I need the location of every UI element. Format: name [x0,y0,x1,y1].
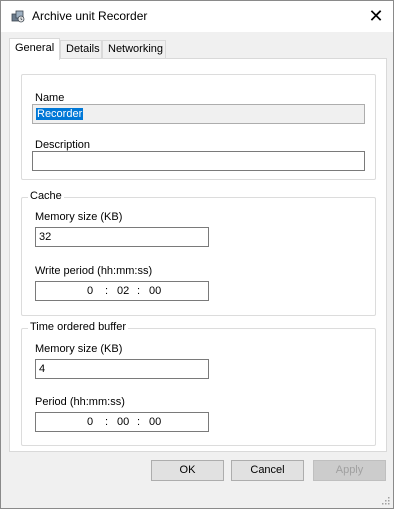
cache-memory-label: Memory size (KB) [35,211,123,223]
cache-group: Cache Memory size (KB) 32 Write period (… [21,190,376,316]
description-label: Description [35,139,91,151]
title-bar[interactable]: Archive unit Recorder ✕ [1,1,393,32]
buffer-period-label: Period (hh:mm:ss) [35,396,125,408]
dialog-window: Archive unit Recorder ✕ General Details … [0,0,394,509]
name-field-value: Recorder [36,108,84,120]
tab-networking[interactable]: Networking [102,40,166,59]
buffer-period-seconds[interactable]: 00 [149,416,161,428]
apply-button[interactable]: Apply [313,460,386,481]
cache-period-hours[interactable]: 0 [87,285,93,297]
name-field[interactable]: Recorder [32,104,365,124]
buffer-memory-field[interactable]: 4 [35,359,209,379]
buffer-memory-label: Memory size (KB) [35,343,123,355]
buffer-group-label: Time ordered buffer [28,321,128,333]
cache-memory-field[interactable]: 32 [35,227,209,247]
cache-period-sep-2: : [137,285,141,297]
window-title: Archive unit Recorder [32,9,148,23]
name-label: Name [35,92,65,104]
description-field[interactable] [32,151,365,171]
buffer-period-field[interactable]: 0 : 00 : 00 [35,412,209,432]
tab-details[interactable]: Details [60,40,102,59]
ok-button[interactable]: OK [151,460,224,481]
cache-period-minutes[interactable]: 02 [117,285,129,297]
cancel-button[interactable]: Cancel [231,460,304,481]
cache-period-sep-1: : [105,285,109,297]
archive-unit-icon [11,10,25,23]
buffer-period-sep-1: : [105,416,109,428]
resize-grip-icon[interactable] [380,495,390,505]
general-tab-panel: Name Recorder Description Cache Memory s… [9,58,387,452]
cache-group-label: Cache [28,190,64,202]
close-icon: ✕ [368,6,384,26]
tab-general[interactable]: General [9,38,60,60]
close-button[interactable]: ✕ [359,1,393,32]
buffer-group: Time ordered buffer Memory size (KB) 4 P… [21,321,376,446]
tab-strip: General Details Networking [9,38,389,60]
buffer-period-minutes[interactable]: 00 [117,416,129,428]
cache-period-seconds[interactable]: 00 [149,285,161,297]
identity-group: Name Recorder Description [21,74,376,180]
buffer-period-hours[interactable]: 0 [87,416,93,428]
cache-period-label: Write period (hh:mm:ss) [35,265,153,277]
buffer-period-sep-2: : [137,416,141,428]
cache-period-field[interactable]: 0 : 02 : 00 [35,281,209,301]
